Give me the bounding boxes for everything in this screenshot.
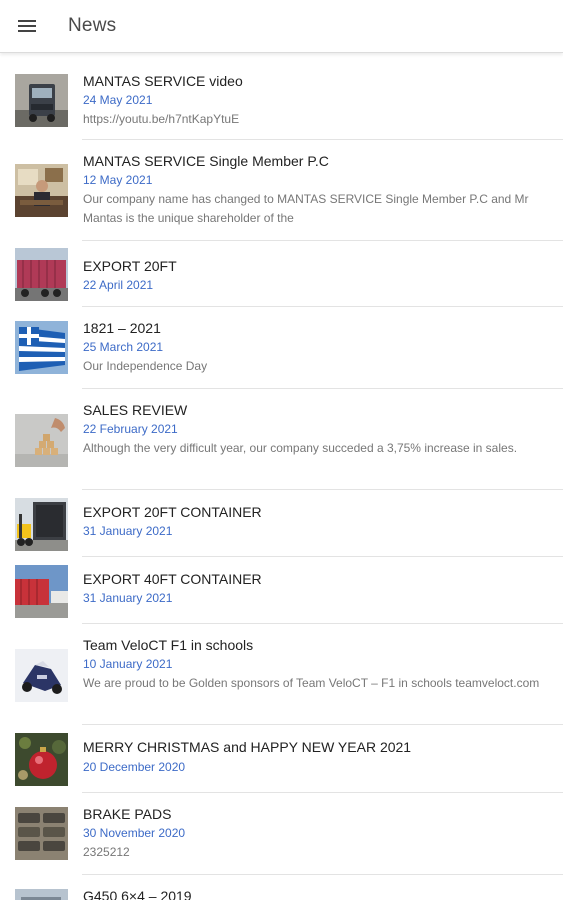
news-date: 31 January 2021 — [83, 524, 173, 538]
news-description: Our Independence Day — [83, 359, 208, 373]
f1-model-car-photo-thumbnail — [15, 649, 68, 702]
news-date: 12 May 2021 — [83, 173, 153, 187]
news-title[interactable]: 1821 – 2021 — [83, 320, 161, 336]
news-date: 31 January 2021 — [83, 591, 173, 605]
news-title[interactable]: MANTAS SERVICE Single Member P.C — [83, 153, 329, 169]
news-date: 24 May 2021 — [83, 93, 153, 107]
news-item[interactable]: EXPORT 20FT 22 April 2021 — [0, 241, 563, 307]
news-item[interactable]: MANTAS SERVICE Single Member P.C 12 May … — [0, 140, 563, 241]
news-title[interactable]: EXPORT 20FT — [83, 258, 177, 274]
brake-pads-photo-thumbnail — [15, 807, 68, 860]
news-date: 20 December 2020 — [83, 760, 186, 774]
news-title[interactable]: BRAKE PADS — [83, 806, 171, 822]
news-date: 30 November 2020 — [83, 826, 186, 840]
news-item[interactable]: BRAKE PADS 30 November 2020 2325212 — [0, 793, 563, 875]
news-item[interactable]: 1821 – 2021 25 March 2021 Our Independen… — [0, 307, 563, 389]
news-title[interactable]: MANTAS SERVICE video — [83, 73, 243, 89]
news-title[interactable]: SALES REVIEW — [83, 402, 187, 418]
wooden-blocks-photo-thumbnail — [15, 414, 68, 467]
news-item[interactable]: Team VeloCT F1 in schools 10 January 202… — [0, 624, 563, 725]
news-description: Although the very difficult year, our co… — [83, 441, 518, 455]
news-date: 22 April 2021 — [83, 278, 154, 292]
news-date: 10 January 2021 — [83, 657, 173, 671]
truck-photo-thumbnail — [15, 74, 68, 127]
news-description: We are proud to be Golden sponsors of Te… — [83, 676, 540, 690]
news-description: 2325212 — [83, 845, 130, 859]
page-title: News — [68, 15, 117, 36]
red-container-photo-thumbnail — [15, 565, 68, 618]
truck-g450-photo-thumbnail — [15, 889, 68, 900]
news-item[interactable]: MANTAS SERVICE video 24 May 2021 https:/… — [0, 53, 563, 140]
news-list: MANTAS SERVICE video 24 May 2021 https:/… — [0, 53, 563, 900]
news-title[interactable]: Team VeloCT F1 in schools — [83, 637, 253, 653]
app-bar: News — [0, 0, 563, 53]
news-item[interactable]: SALES REVIEW 22 February 2021 Although t… — [0, 389, 563, 490]
forklift-container-photo-thumbnail — [15, 498, 68, 551]
news-date: 22 February 2021 — [83, 422, 178, 436]
christmas-ornament-photo-thumbnail — [15, 733, 68, 786]
news-title[interactable]: EXPORT 20FT CONTAINER — [83, 504, 262, 520]
news-description: https://youtu.be/h7ntKapYtuE — [83, 112, 240, 126]
news-item[interactable]: MERRY CHRISTMAS and HAPPY NEW YEAR 2021 … — [0, 725, 563, 793]
news-item[interactable]: EXPORT 40FT CONTAINER 31 January 2021 — [0, 557, 563, 624]
news-description: Our company name has changed to MANTAS S… — [83, 192, 529, 225]
office-photo-thumbnail — [15, 164, 68, 217]
hamburger-menu-icon[interactable] — [10, 9, 44, 43]
news-item[interactable]: EXPORT 20FT CONTAINER 31 January 2021 — [0, 490, 563, 557]
greek-flag-photo-thumbnail — [15, 321, 68, 374]
news-title[interactable]: G450 6×4 – 2019 — [83, 888, 192, 900]
news-date: 25 March 2021 — [83, 340, 164, 354]
news-item[interactable]: G450 6×4 – 2019 — [0, 875, 563, 900]
news-title[interactable]: MERRY CHRISTMAS and HAPPY NEW YEAR 2021 — [83, 739, 411, 755]
shipping-container-photo-thumbnail — [15, 248, 68, 301]
news-title[interactable]: EXPORT 40FT CONTAINER — [83, 571, 262, 587]
